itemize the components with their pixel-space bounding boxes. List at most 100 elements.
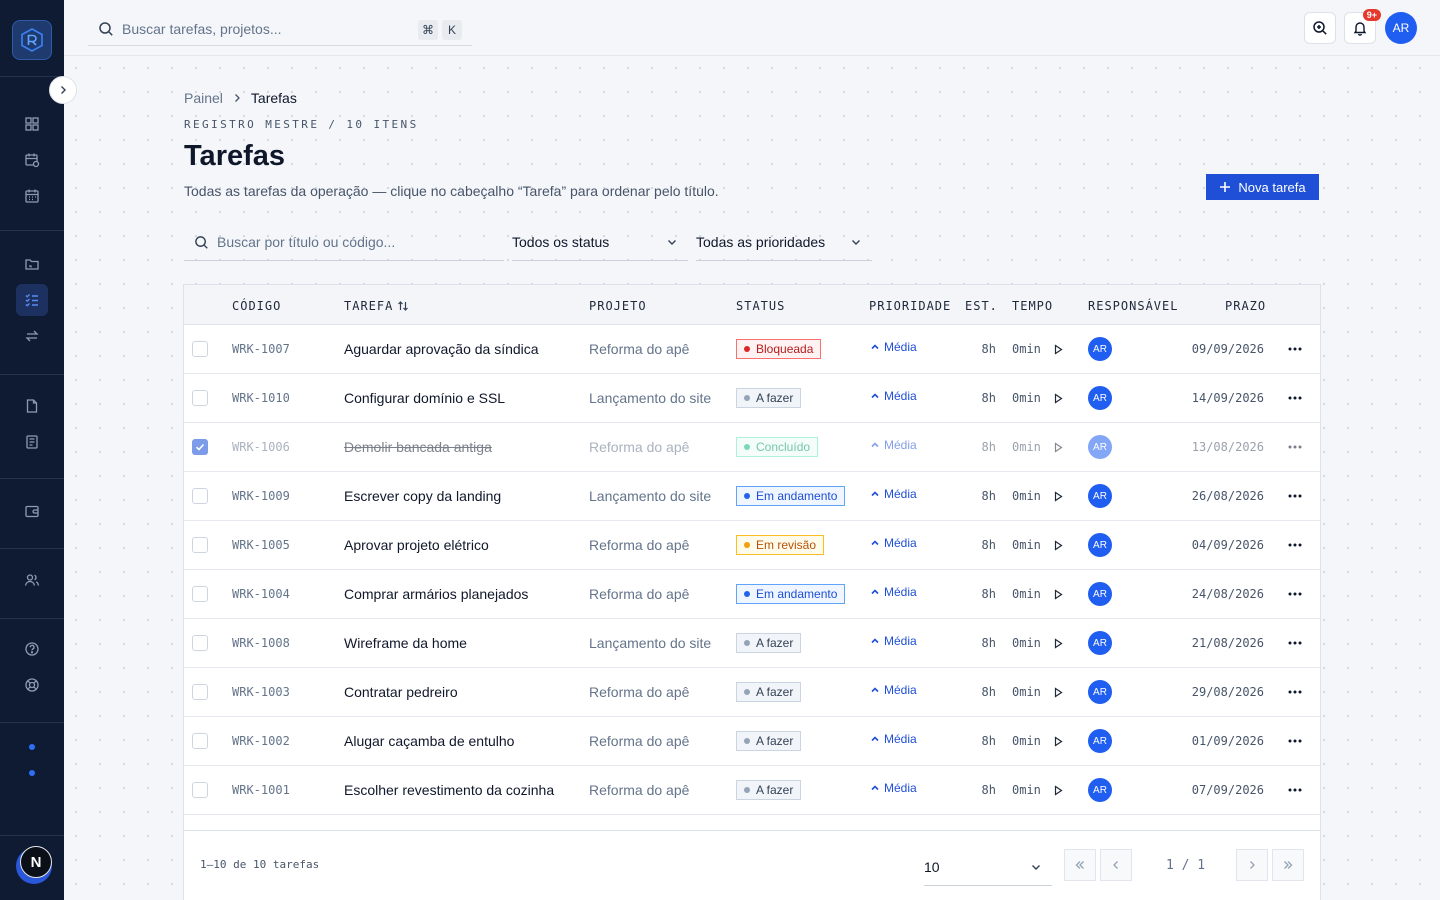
priority-filter-select[interactable]: Todas as prioridades [696,224,872,261]
assignee-avatar[interactable]: AR [1088,533,1112,557]
play-timer-button[interactable] [1053,521,1064,569]
row-checkbox[interactable] [192,782,208,798]
task-title[interactable]: Alugar caçamba de entulho [344,717,514,765]
task-title[interactable]: Aguardar aprovação da síndica [344,325,539,373]
task-project[interactable]: Reforma do apê [589,521,689,569]
global-search[interactable]: Buscar tarefas, projetos... ⌘ K [88,12,472,46]
assignee-avatar[interactable]: AR [1088,386,1112,410]
status-badge[interactable]: Em andamento [736,486,846,506]
row-actions-button[interactable] [1288,766,1302,814]
task-title[interactable]: Wireframe da home [344,619,467,667]
table-row[interactable]: WRK-1001 Escolher revestimento da cozinha… [184,766,1320,815]
status-badge[interactable]: A fazer [736,682,802,702]
table-row[interactable]: WRK-1010 Configurar domínio e SSL Lançamen… [184,374,1320,423]
prev-page-button[interactable] [1100,849,1132,881]
tasks-icon[interactable] [16,284,48,316]
play-timer-button[interactable] [1053,619,1064,667]
table-row[interactable]: WRK-1005 Aprovar projeto elétrico Reforma … [184,521,1320,570]
task-project[interactable]: Lançamento do site [589,619,711,667]
priority-indicator[interactable]: Média [870,732,917,746]
help-icon[interactable] [16,633,48,665]
play-timer-button[interactable] [1053,570,1064,618]
task-project[interactable]: Reforma do apê [589,423,689,471]
table-row[interactable]: WRK-1003 Contratar pedreiro Reforma do apê… [184,668,1320,717]
assignee-avatar[interactable]: AR [1088,582,1112,606]
play-timer-button[interactable] [1053,668,1064,716]
play-timer-button[interactable] [1053,325,1064,373]
row-actions-button[interactable] [1288,570,1302,618]
priority-indicator[interactable]: Média [870,389,917,403]
table-row[interactable]: WRK-1004 Comprar armários planejados Refor… [184,570,1320,619]
row-checkbox[interactable] [192,733,208,749]
dashboard-icon[interactable] [16,108,48,140]
status-badge[interactable]: A fazer [736,388,802,408]
row-actions-button[interactable] [1288,472,1302,520]
task-title[interactable]: Contratar pedreiro [344,668,458,716]
task-project[interactable]: Reforma do apê [589,717,689,765]
play-timer-button[interactable] [1053,472,1064,520]
row-actions-button[interactable] [1288,423,1302,471]
breadcrumb-parent[interactable]: Painel [184,90,223,106]
row-checkbox[interactable] [192,635,208,651]
task-project[interactable]: Reforma do apê [589,570,689,618]
row-actions-button[interactable] [1288,668,1302,716]
page-size-select[interactable]: 10 [924,848,1052,886]
priority-indicator[interactable]: Média [870,585,917,599]
row-actions-button[interactable] [1288,717,1302,765]
row-actions-button[interactable] [1288,325,1302,373]
app-logo[interactable] [12,20,52,60]
assignee-avatar[interactable]: AR [1088,729,1112,753]
report-icon[interactable] [16,426,48,458]
play-timer-button[interactable] [1053,717,1064,765]
priority-indicator[interactable]: Média [870,634,917,648]
calendar-clock-icon[interactable] [16,144,48,176]
task-title[interactable]: Escolher revestimento da cozinha [344,766,554,814]
row-actions-button[interactable] [1288,619,1302,667]
last-page-button[interactable] [1272,849,1304,881]
wallet-icon[interactable] [16,495,48,527]
row-checkbox[interactable] [192,390,208,406]
first-page-button[interactable] [1064,849,1096,881]
assignee-avatar[interactable]: AR [1088,435,1112,459]
row-checkbox[interactable] [192,341,208,357]
task-project[interactable]: Reforma do apê [589,766,689,814]
status-badge[interactable]: A fazer [736,780,802,800]
task-project[interactable]: Lançamento do site [589,472,711,520]
play-timer-button[interactable] [1053,766,1064,814]
assignee-avatar[interactable]: AR [1088,778,1112,802]
priority-indicator[interactable]: Média [870,781,917,795]
row-checkbox[interactable] [192,488,208,504]
assignee-avatar[interactable]: AR [1088,337,1112,361]
task-title[interactable]: Aprovar projeto elétrico [344,521,489,569]
assignee-avatar[interactable]: AR [1088,631,1112,655]
row-checkbox[interactable] [192,586,208,602]
user-avatar-button[interactable]: AR [1385,12,1417,44]
status-badge[interactable]: Em andamento [736,584,846,604]
priority-indicator[interactable]: Média [870,438,917,452]
task-project[interactable]: Reforma do apê [589,325,689,373]
task-project[interactable]: Lançamento do site [589,374,711,422]
swap-icon[interactable] [16,320,48,352]
priority-indicator[interactable]: Média [870,683,917,697]
table-row[interactable]: WRK-1008 Wireframe da home Lançamento do s… [184,619,1320,668]
table-row[interactable]: WRK-1006 Demolir bancada antiga Reforma do… [184,423,1320,472]
assignee-avatar[interactable]: AR [1088,680,1112,704]
folder-icon[interactable] [16,248,48,280]
status-badge[interactable]: Em revisão [736,535,825,555]
priority-indicator[interactable]: Média [870,536,917,550]
new-task-button[interactable]: Nova tarefa [1206,174,1319,200]
zoom-button[interactable] [1304,12,1336,44]
play-timer-button[interactable] [1053,374,1064,422]
row-actions-button[interactable] [1288,521,1302,569]
priority-indicator[interactable]: Média [870,340,917,354]
status-badge[interactable]: A fazer [736,731,802,751]
row-checkbox[interactable] [192,684,208,700]
row-actions-button[interactable] [1288,374,1302,422]
assignee-avatar[interactable]: AR [1088,484,1112,508]
document-icon[interactable] [16,390,48,422]
table-row[interactable]: WRK-1009 Escrever copy da landing Lançamen… [184,472,1320,521]
task-project[interactable]: Reforma do apê [589,668,689,716]
play-timer-button[interactable] [1053,423,1064,471]
status-filter-select[interactable]: Todos os status [512,224,688,261]
sidebar-collapse-button[interactable] [49,76,77,104]
